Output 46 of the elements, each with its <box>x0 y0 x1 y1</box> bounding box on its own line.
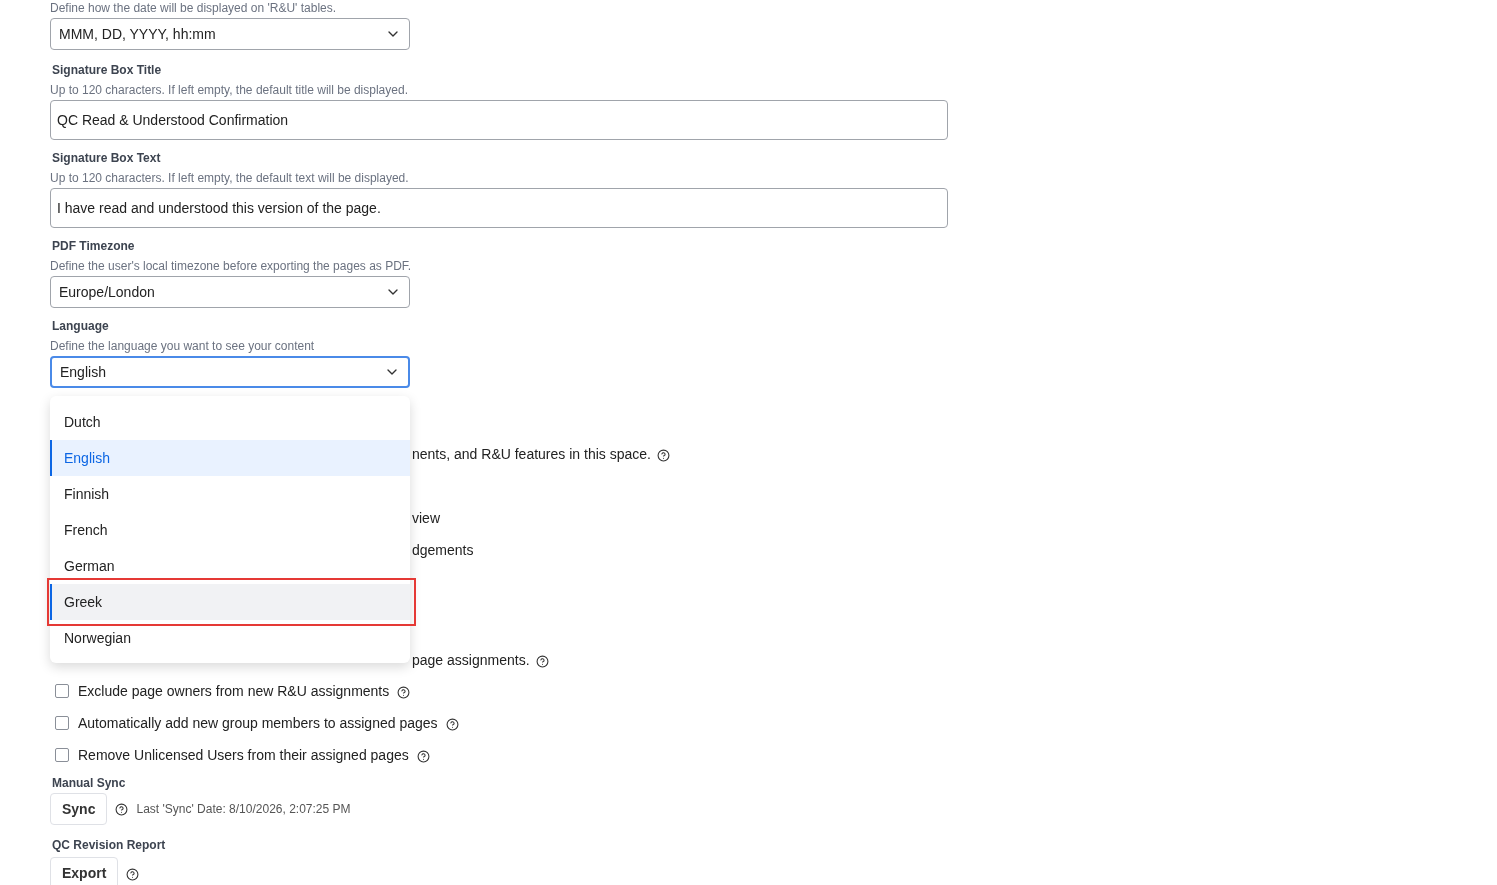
sync-button[interactable]: Sync <box>50 793 108 825</box>
field-description: Up to 120 characters. If left empty, the default title will be displayed. <box>50 82 409 99</box>
select-field[interactable]: Europe/London <box>50 276 410 308</box>
field-description: Define the user's local timezone before exporting the pages as PDF. <box>50 258 413 275</box>
checkbox[interactable] <box>55 684 69 698</box>
help-icon[interactable] <box>535 655 549 668</box>
select-value: English <box>60 362 106 382</box>
export-button[interactable]: Export <box>50 857 119 885</box>
dropdown-option[interactable]: French <box>50 512 410 548</box>
setting-text: dgements <box>412 540 474 560</box>
field-label: PDF Timezone <box>52 238 136 255</box>
text-field[interactable]: I have read and understood this version of the page. <box>50 188 948 228</box>
dropdown-option[interactable]: Dutch <box>50 404 410 440</box>
help-icon[interactable] <box>445 718 459 731</box>
help-icon[interactable] <box>397 686 411 699</box>
dropdown-option[interactable]: Greek <box>50 584 410 620</box>
dropdown-option[interactable]: Norwegian <box>50 620 410 656</box>
checkbox[interactable] <box>55 748 69 762</box>
field-description: Define the language you want to see your content <box>50 338 316 355</box>
field-label: QC Revision Report <box>52 837 167 854</box>
field-label: Language <box>52 318 110 335</box>
select-value: Europe/London <box>59 282 155 302</box>
setting-text: nents, and R&U features in this space. <box>412 444 651 464</box>
dropdown-option[interactable]: German <box>50 548 410 584</box>
checkbox[interactable] <box>55 716 69 730</box>
dropdown-option[interactable]: English <box>50 440 410 476</box>
last-sync-text: Last 'Sync' Date: 8/10/2026, 2:07:25 PM <box>136 801 351 818</box>
field-description: Define how the date will be displayed on 'R&U' tables. <box>50 0 338 17</box>
select-field[interactable]: English <box>50 356 410 388</box>
setting-text: page assignments. <box>412 650 530 670</box>
checkbox-label: Exclude page owners from new R&U assignments <box>78 681 390 701</box>
field-description: Up to 120 characters. If left empty, the default text will be displayed. <box>50 170 410 187</box>
help-icon[interactable] <box>126 868 140 881</box>
select-field[interactable]: MMM, DD, YYYY, hh:mm <box>50 18 410 50</box>
field-label: Manual Sync <box>52 775 127 792</box>
help-icon[interactable] <box>115 802 129 816</box>
dropdown-option[interactable]: Finnish <box>50 476 410 512</box>
select-value: MMM, DD, YYYY, hh:mm <box>59 24 216 44</box>
setting-text: view <box>412 508 440 528</box>
help-icon[interactable] <box>656 449 670 462</box>
field-label: Signature Box Title <box>52 62 163 79</box>
field-label: Signature Box Text <box>52 150 162 167</box>
checkbox-label: Remove Unlicensed Users from their assigned pages <box>78 745 409 765</box>
help-icon[interactable] <box>416 750 430 763</box>
text-field[interactable]: QC Read & Understood Confirmation <box>50 100 948 140</box>
checkbox-label: Automatically add new group members to assigned pages <box>78 713 438 733</box>
